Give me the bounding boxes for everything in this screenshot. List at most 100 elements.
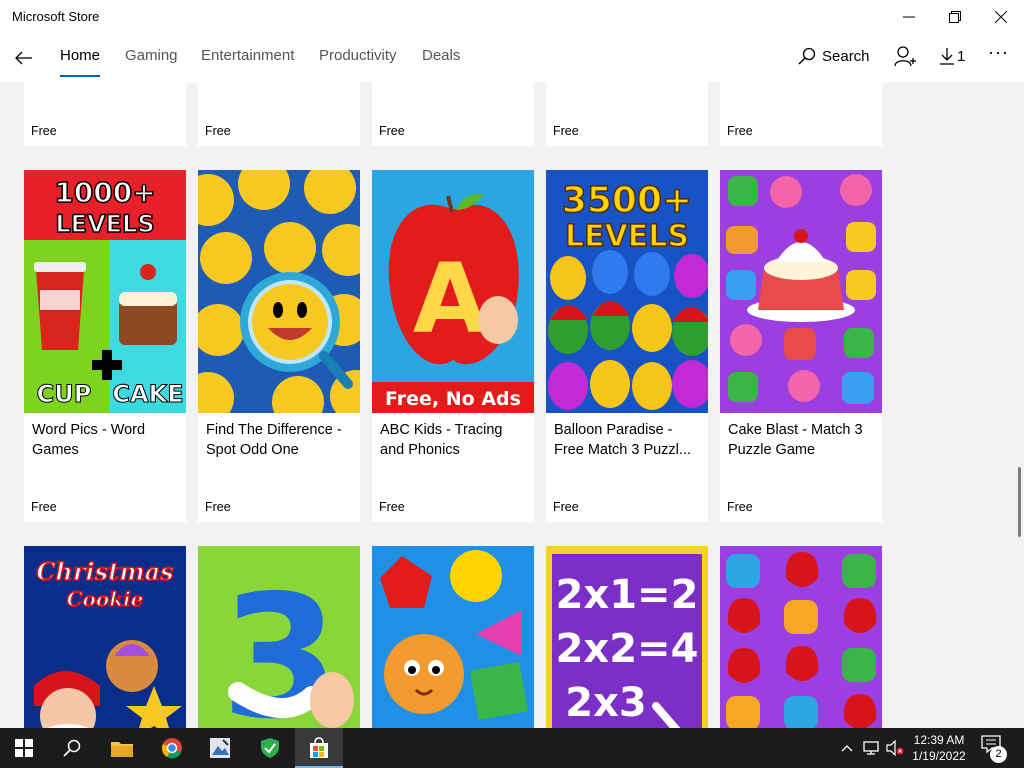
search-label: Search: [822, 47, 870, 65]
app-price: Free: [553, 124, 579, 138]
tile-text: Free, No Ads: [385, 388, 521, 410]
volume-button[interactable]: [884, 728, 906, 768]
app-card-abc-kids[interactable]: A Free, No Ads ABC Kids - Tracing and Ph…: [372, 170, 534, 522]
windows-start-button[interactable]: [0, 728, 48, 768]
app-card[interactable]: Free: [720, 82, 882, 146]
tab-gaming[interactable]: Gaming: [125, 47, 178, 77]
app-card-balloon-paradise[interactable]: 3500+ LEVELS Balloon Paradise - Free Mat…: [546, 170, 708, 522]
tile-text: 2x1=2: [556, 572, 699, 618]
action-center-button[interactable]: 2: [980, 734, 1008, 763]
account-button[interactable]: [893, 44, 917, 68]
store-icon: [310, 737, 328, 758]
network-icon: [863, 741, 879, 755]
app-card[interactable]: Christmas Cookie: [24, 546, 186, 728]
more-options-button[interactable]: ···: [988, 42, 1009, 63]
downloads-button[interactable]: 1: [939, 47, 965, 65]
shield-app-icon: [261, 738, 279, 758]
taskbar-search-button[interactable]: [48, 728, 96, 768]
app-tile-image: 2x1=2 2x2=4 2x3: [546, 546, 708, 728]
chevron-up-icon: [841, 745, 853, 752]
restore-icon: [949, 11, 961, 23]
app-card-cake-blast[interactable]: Cake Blast - Match 3 Puzzle Game Free: [720, 170, 882, 522]
taskbar-store[interactable]: [295, 728, 343, 768]
app-tile-image: [720, 170, 882, 413]
file-explorer-icon: [111, 742, 133, 757]
tile-text: CUP: [37, 380, 92, 408]
app-grid: Free Free Free Free Free 1000+ LEVELS CU…: [0, 82, 1024, 728]
user-add-icon: [894, 46, 916, 67]
notification-count-badge: 2: [990, 746, 1007, 763]
app-card-word-pics[interactable]: 1000+ LEVELS CUP CAKE Word Pics - Word G…: [24, 170, 186, 522]
app-name: Find The Difference - Spot Odd One: [206, 422, 342, 458]
app-card[interactable]: 3: [198, 546, 360, 728]
app-card[interactable]: Free: [372, 82, 534, 146]
tile-text: LEVELS: [565, 219, 689, 254]
tile-text: 2x2=4: [556, 626, 699, 672]
app-price: Free: [205, 500, 231, 514]
app-card[interactable]: Free: [198, 82, 360, 146]
windows-start-icon: [15, 739, 33, 757]
app-title: Microsoft Store: [12, 9, 100, 24]
app-price: Free: [727, 500, 753, 514]
app-tile-image: 3: [198, 546, 360, 728]
app-name: Word Pics - Word Games: [32, 422, 146, 458]
tab-productivity[interactable]: Productivity: [319, 47, 397, 77]
tile-text: A: [413, 243, 487, 355]
app-tile-image: 3500+ LEVELS: [546, 170, 708, 413]
downloads-count: 1: [957, 47, 966, 65]
app-tile-image: A Free, No Ads: [372, 170, 534, 413]
tile-text: CAKE: [112, 380, 183, 408]
app-card[interactable]: Free: [546, 82, 708, 146]
title-bar: Microsoft Store: [0, 0, 1024, 34]
taskbar: 12:39 AM 1/19/2022 2: [0, 728, 1024, 768]
taskbar-clock[interactable]: 12:39 AM 1/19/2022: [905, 732, 973, 764]
app-card[interactable]: [372, 546, 534, 728]
app-price: Free: [379, 124, 405, 138]
restore-button[interactable]: [932, 0, 978, 34]
tile-text: Christmas: [36, 557, 174, 586]
tab-entertainment[interactable]: Entertainment: [201, 47, 294, 77]
nav-bar: Home Gaming Entertainment Productivity D…: [0, 34, 1024, 82]
chrome-icon: [162, 738, 182, 759]
minimize-icon: [903, 16, 915, 18]
network-button[interactable]: [860, 728, 882, 768]
app-tile-image: [198, 170, 360, 413]
show-hidden-icons-button[interactable]: [838, 728, 856, 768]
clock-date: 1/19/2022: [912, 749, 966, 763]
app-card[interactable]: 2x1=2 2x2=4 2x3: [546, 546, 708, 728]
taskbar-file-explorer[interactable]: [98, 728, 146, 768]
clock-time: 12:39 AM: [913, 733, 965, 747]
volume-muted-icon: [886, 740, 904, 756]
taskbar-shield-app[interactable]: [246, 728, 294, 768]
app-price: Free: [553, 500, 579, 514]
download-icon: [940, 48, 954, 65]
app-price: Free: [31, 124, 57, 138]
app-price: Free: [31, 500, 57, 514]
close-icon: [995, 11, 1007, 23]
tab-deals[interactable]: Deals: [422, 47, 460, 77]
app-tile-image: 1000+ LEVELS CUP CAKE: [24, 170, 186, 413]
taskbar-image-app[interactable]: [196, 728, 244, 768]
taskbar-chrome[interactable]: [148, 728, 196, 768]
tile-text: LEVELS: [55, 210, 154, 238]
search-button[interactable]: Search: [798, 47, 870, 65]
app-tile-image: [372, 546, 534, 728]
app-tile-image: Christmas Cookie: [24, 546, 186, 728]
scrollbar-thumb[interactable]: [1018, 467, 1021, 537]
app-name: ABC Kids - Tracing and Phonics: [380, 422, 503, 458]
app-price: Free: [727, 124, 753, 138]
minimize-button[interactable]: [886, 0, 932, 34]
close-button[interactable]: [978, 0, 1024, 34]
back-arrow-icon: [15, 51, 32, 65]
back-button[interactable]: [8, 42, 40, 74]
app-card[interactable]: [720, 546, 882, 728]
tab-home[interactable]: Home: [60, 47, 101, 77]
app-tile-image: [720, 546, 882, 728]
tile-text: 1000+: [54, 176, 155, 209]
tile-text: Cookie: [67, 587, 144, 611]
search-icon: [798, 47, 816, 65]
app-card[interactable]: Free: [24, 82, 186, 146]
app-name: Cake Blast - Match 3 Puzzle Game: [728, 422, 863, 458]
app-card-find-the-difference[interactable]: Find The Difference - Spot Odd One Free: [198, 170, 360, 522]
tile-text: 3500+: [562, 180, 692, 221]
